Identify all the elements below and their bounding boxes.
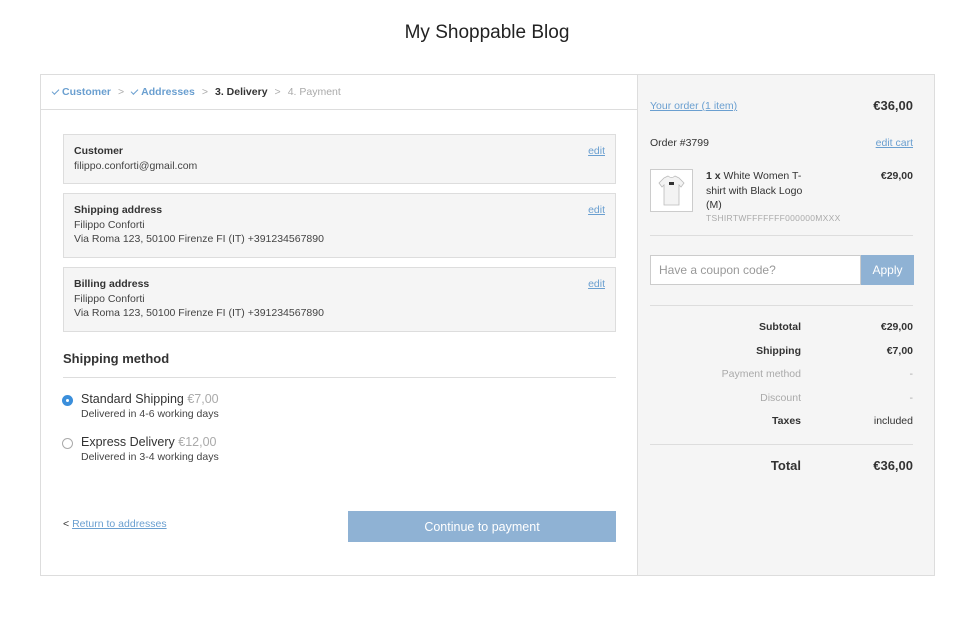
taxes-value: included [873, 415, 913, 427]
shipping-address-title: Shipping address [74, 204, 163, 216]
item-sku: TSHIRTWFFFFFFF000000MXXX [706, 213, 841, 223]
check-icon [130, 87, 139, 95]
billing-address-title: Billing address [74, 278, 150, 290]
divider [63, 377, 616, 378]
return-to-addresses-link[interactable]: Return to addresses [72, 518, 167, 530]
divider [650, 235, 913, 236]
edit-customer-link[interactable]: edit [588, 144, 605, 159]
divider [650, 444, 913, 445]
shipping-option-express[interactable]: Express Delivery €12,00 Delivered in 3-4… [62, 435, 462, 467]
breadcrumb-step-customer[interactable]: Customer [51, 86, 112, 98]
breadcrumb-separator: > [274, 86, 281, 98]
shipping-method-title: Shipping method [63, 351, 170, 366]
subtotal-label: Subtotal [759, 321, 801, 333]
breadcrumb-separator: > [118, 86, 125, 98]
shipping-option-name: Standard Shipping [81, 392, 184, 406]
breadcrumb-step-addresses[interactable]: Addresses [130, 86, 195, 98]
total-label: Total [770, 458, 801, 473]
order-total-top: €36,00 [873, 98, 913, 113]
apply-coupon-button[interactable]: Apply [861, 255, 914, 285]
shipping-option-desc: Delivered in 3-4 working days [81, 451, 219, 463]
billing-address-line: Via Roma 123, 50100 Firenze FI (IT) +391… [74, 307, 324, 319]
radio-selected[interactable] [62, 395, 73, 406]
breadcrumb-step-label: Addresses [141, 86, 195, 98]
shipping-value: €7,00 [886, 345, 913, 357]
back-arrow: < [63, 518, 70, 530]
radio-unselected[interactable] [62, 438, 73, 449]
edit-cart-link[interactable]: edit cart [876, 137, 913, 149]
breadcrumb-step-label: Customer [62, 86, 112, 98]
taxes-label: Taxes [772, 415, 801, 427]
billing-name: Filippo Conforti [74, 292, 145, 305]
item-description: 1 x White Women T-shirt with Black Logo … [706, 169, 816, 213]
customer-box-title: Customer [74, 145, 124, 157]
site-title: My Shoppable Blog [404, 22, 570, 43]
divider [650, 305, 913, 306]
item-qty: 1 x [706, 170, 721, 182]
order-number: Order #3799 [650, 137, 709, 149]
shipping-address-box: Shipping address Filippo Conforti Via Ro… [63, 193, 616, 258]
payment-method-label: Payment method [721, 368, 801, 380]
breadcrumb-step-payment: 4. Payment [287, 86, 341, 98]
breadcrumb: Customer > Addresses > 3. Delivery > 4. … [41, 75, 637, 110]
shipping-option-desc: Delivered in 4-6 working days [81, 408, 219, 420]
coupon-input[interactable] [650, 255, 861, 285]
item-price: €29,00 [880, 170, 913, 182]
your-order-link[interactable]: Your order (1 item) [650, 100, 737, 112]
order-summary-sidebar: Your order (1 item) €36,00 Order #3799 e… [638, 75, 934, 575]
discount-value: - [909, 392, 914, 404]
product-thumbnail [650, 169, 693, 212]
tshirt-icon [658, 175, 685, 206]
shipping-label: Shipping [756, 345, 801, 357]
subtotal-value: €29,00 [880, 321, 913, 333]
checkout-container: Customer > Addresses > 3. Delivery > 4. … [40, 74, 935, 576]
customer-email: filippo.conforti@gmail.com [74, 159, 198, 172]
discount-label: Discount [760, 392, 801, 404]
shipping-option-name: Express Delivery [81, 435, 175, 449]
back-link: < Return to addresses [63, 518, 167, 530]
breadcrumb-separator: > [201, 86, 208, 98]
shipping-option-price: €12,00 [178, 435, 217, 449]
shipping-option-price: €7,00 [187, 392, 219, 406]
shipping-name: Filippo Conforti [74, 218, 145, 231]
breadcrumb-step-delivery: 3. Delivery [215, 86, 268, 98]
payment-method-value: - [909, 368, 914, 380]
shipping-address-line: Via Roma 123, 50100 Firenze FI (IT) +391… [74, 233, 324, 245]
edit-shipping-address-link[interactable]: edit [588, 203, 605, 218]
item-name: White Women T-shirt with Black Logo (M) [706, 170, 803, 211]
customer-info-box: Customer filippo.conforti@gmail.com edit [63, 134, 616, 184]
total-value: €36,00 [873, 458, 913, 473]
check-icon [51, 87, 60, 95]
billing-address-box: Billing address Filippo Conforti Via Rom… [63, 267, 616, 332]
edit-billing-address-link[interactable]: edit [588, 277, 605, 292]
shipping-option-standard[interactable]: Standard Shipping €7,00 Delivered in 4-6… [62, 392, 462, 424]
continue-to-payment-button[interactable]: Continue to payment [348, 511, 616, 542]
checkout-main: Customer > Addresses > 3. Delivery > 4. … [41, 75, 638, 575]
